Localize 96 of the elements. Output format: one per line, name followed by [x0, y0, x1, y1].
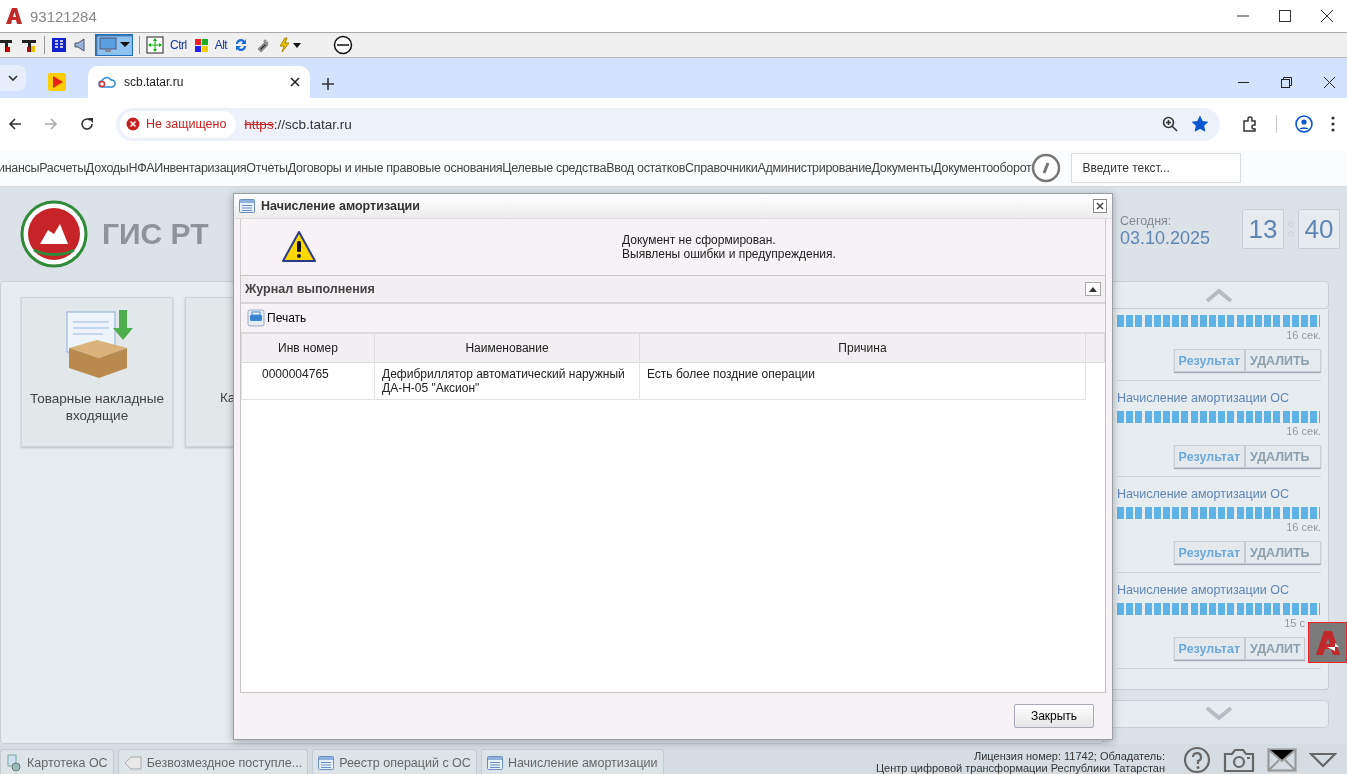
task-title: Начисление амортизации ОС — [1117, 391, 1290, 405]
elapsed-time: 16 сек. — [1286, 425, 1321, 437]
url-text[interactable]: https://scb.tatar.ru — [244, 116, 352, 132]
maximize-icon[interactable] — [1279, 10, 1291, 22]
menu-item[interactable]: Документы — [871, 161, 934, 175]
elapsed-time: 16 сек. — [1286, 521, 1321, 533]
windows-key-icon[interactable] — [192, 37, 209, 53]
tag-icon — [123, 756, 142, 770]
dropdown-triangle-icon[interactable] — [1309, 752, 1337, 768]
list-icon — [486, 756, 503, 770]
warning-icon — [281, 230, 317, 264]
column-header[interactable]: Причина — [639, 333, 1086, 363]
puzzle-icon[interactable] — [1242, 116, 1258, 132]
alt-key[interactable]: Alt — [214, 38, 228, 52]
bookmark-star-icon[interactable] — [1192, 116, 1208, 132]
taskbar-tab[interactable]: Картотека ОС — [0, 749, 114, 774]
logo-text: ГИС РТ — [102, 217, 209, 251]
message-text: Выявлены ошибки и предупреждения. — [622, 247, 836, 261]
monitor-icon — [98, 36, 118, 54]
list-icon — [318, 756, 335, 770]
close-icon[interactable] — [1324, 77, 1335, 88]
caret-up-icon — [1089, 286, 1097, 292]
print-button[interactable]: Печать — [247, 309, 307, 327]
mail-icon[interactable] — [1267, 748, 1297, 772]
license-text: Лицензия номер: 11742; Обладатель: — [974, 750, 1165, 762]
zoom-icon[interactable] — [1162, 116, 1178, 132]
collapse-button[interactable] — [1085, 282, 1101, 296]
table-cell: Есть более поздние операции — [639, 362, 1086, 400]
window-title: 93121284 — [30, 7, 97, 25]
close-icon — [1096, 202, 1104, 210]
reload-icon[interactable] — [80, 117, 94, 131]
menu-item[interactable]: Договоры и иные правовые основания — [287, 161, 503, 175]
lightning-icon[interactable] — [277, 37, 304, 53]
close-dialog-button[interactable]: Закрыть — [1014, 704, 1094, 728]
browser-tab[interactable]: scb.tatar.ru — [88, 66, 310, 98]
chevron-down-icon — [1205, 707, 1233, 721]
taskbar-tab[interactable]: Начисление амортизации — [480, 749, 664, 774]
elapsed-time: 15 с — [1284, 617, 1305, 629]
profile-icon[interactable] — [1295, 115, 1313, 133]
clock-minutes: 40 — [1298, 209, 1340, 249]
menu-item[interactable]: Ввод остатков — [606, 161, 685, 175]
help-icon[interactable] — [1183, 746, 1211, 774]
window-icon — [239, 199, 255, 213]
taskbar-tab[interactable]: Безвозмездное поступле... — [117, 749, 309, 774]
menu-item[interactable]: Администрирование — [757, 161, 872, 175]
dialog-title: Начисление амортизации — [261, 199, 420, 213]
table-cell: 0000004765 — [241, 362, 375, 400]
menu-item[interactable]: Инвентаризация — [154, 161, 247, 175]
menu-icon[interactable] — [1331, 116, 1335, 132]
menu-item[interactable]: Документооборот — [933, 161, 1032, 175]
close-button[interactable] — [1093, 199, 1107, 213]
clock-hours: 13 — [1242, 209, 1284, 249]
task-title: Начисление амортизации ОС — [1117, 583, 1290, 597]
menu-item[interactable]: Отчеты — [246, 161, 288, 175]
app-logo-icon — [4, 6, 24, 26]
play-icon — [48, 73, 66, 91]
fullscreen-icon[interactable] — [146, 36, 164, 54]
back-icon[interactable] — [8, 117, 22, 131]
cloud-icon — [98, 75, 116, 89]
tab-search-button[interactable] — [0, 65, 26, 91]
task-title: Начисление амортизации ОС — [1117, 487, 1290, 501]
ctrl-key[interactable]: Ctrl — [170, 38, 187, 52]
column-header[interactable]: Инв номер — [241, 333, 375, 363]
panel-title: Журнал выполнения — [245, 282, 375, 296]
emblem-icon — [20, 200, 88, 268]
today-label: Сегодня: — [1119, 213, 1173, 228]
menu-item[interactable]: Справочники — [685, 161, 758, 175]
printer-icon — [247, 309, 265, 327]
stopwatch-icon[interactable] — [1031, 153, 1062, 183]
menu-item[interactable]: Расчеты — [39, 161, 86, 175]
menu-item[interactable]: Целевые средства — [502, 161, 607, 175]
search-field[interactable]: Введите текст... — [1071, 153, 1242, 183]
close-icon[interactable] — [290, 77, 300, 87]
camera-icon[interactable] — [1223, 747, 1255, 773]
panel-icon[interactable] — [51, 37, 67, 53]
security-chip[interactable]: Не защищено — [120, 110, 237, 138]
minus-circle-icon[interactable] — [333, 35, 354, 55]
message-text: Документ не сформирован. — [622, 233, 777, 247]
error-icon — [126, 117, 140, 131]
chevron-down-icon — [8, 74, 18, 82]
close-icon[interactable] — [1321, 10, 1333, 22]
cards-icon — [6, 754, 22, 772]
table-cell: Дефибриллятор автоматический наружный ДА-Н-05 "Аксион" — [374, 362, 640, 400]
restore-icon[interactable] — [1281, 77, 1292, 88]
new-tab-icon[interactable] — [322, 78, 334, 90]
display-button[interactable] — [95, 34, 133, 56]
current-date: 03.10.2025 — [1119, 227, 1210, 249]
caret-icon — [120, 42, 130, 48]
elapsed-time: 16 сек. — [1286, 329, 1321, 341]
menu-item[interactable]: НФА — [128, 161, 155, 175]
menu-item[interactable]: Доходы — [85, 161, 129, 175]
license-text: Центр цифровой трансформации Республики Татарстан — [875, 762, 1165, 774]
chevron-up-icon — [1205, 288, 1233, 302]
column-header[interactable]: Наименование — [374, 333, 640, 363]
module-tile[interactable]: Товарные накладные входящие — [21, 297, 173, 447]
taskbar-tab[interactable]: Реестр операций с ОС — [312, 749, 477, 774]
